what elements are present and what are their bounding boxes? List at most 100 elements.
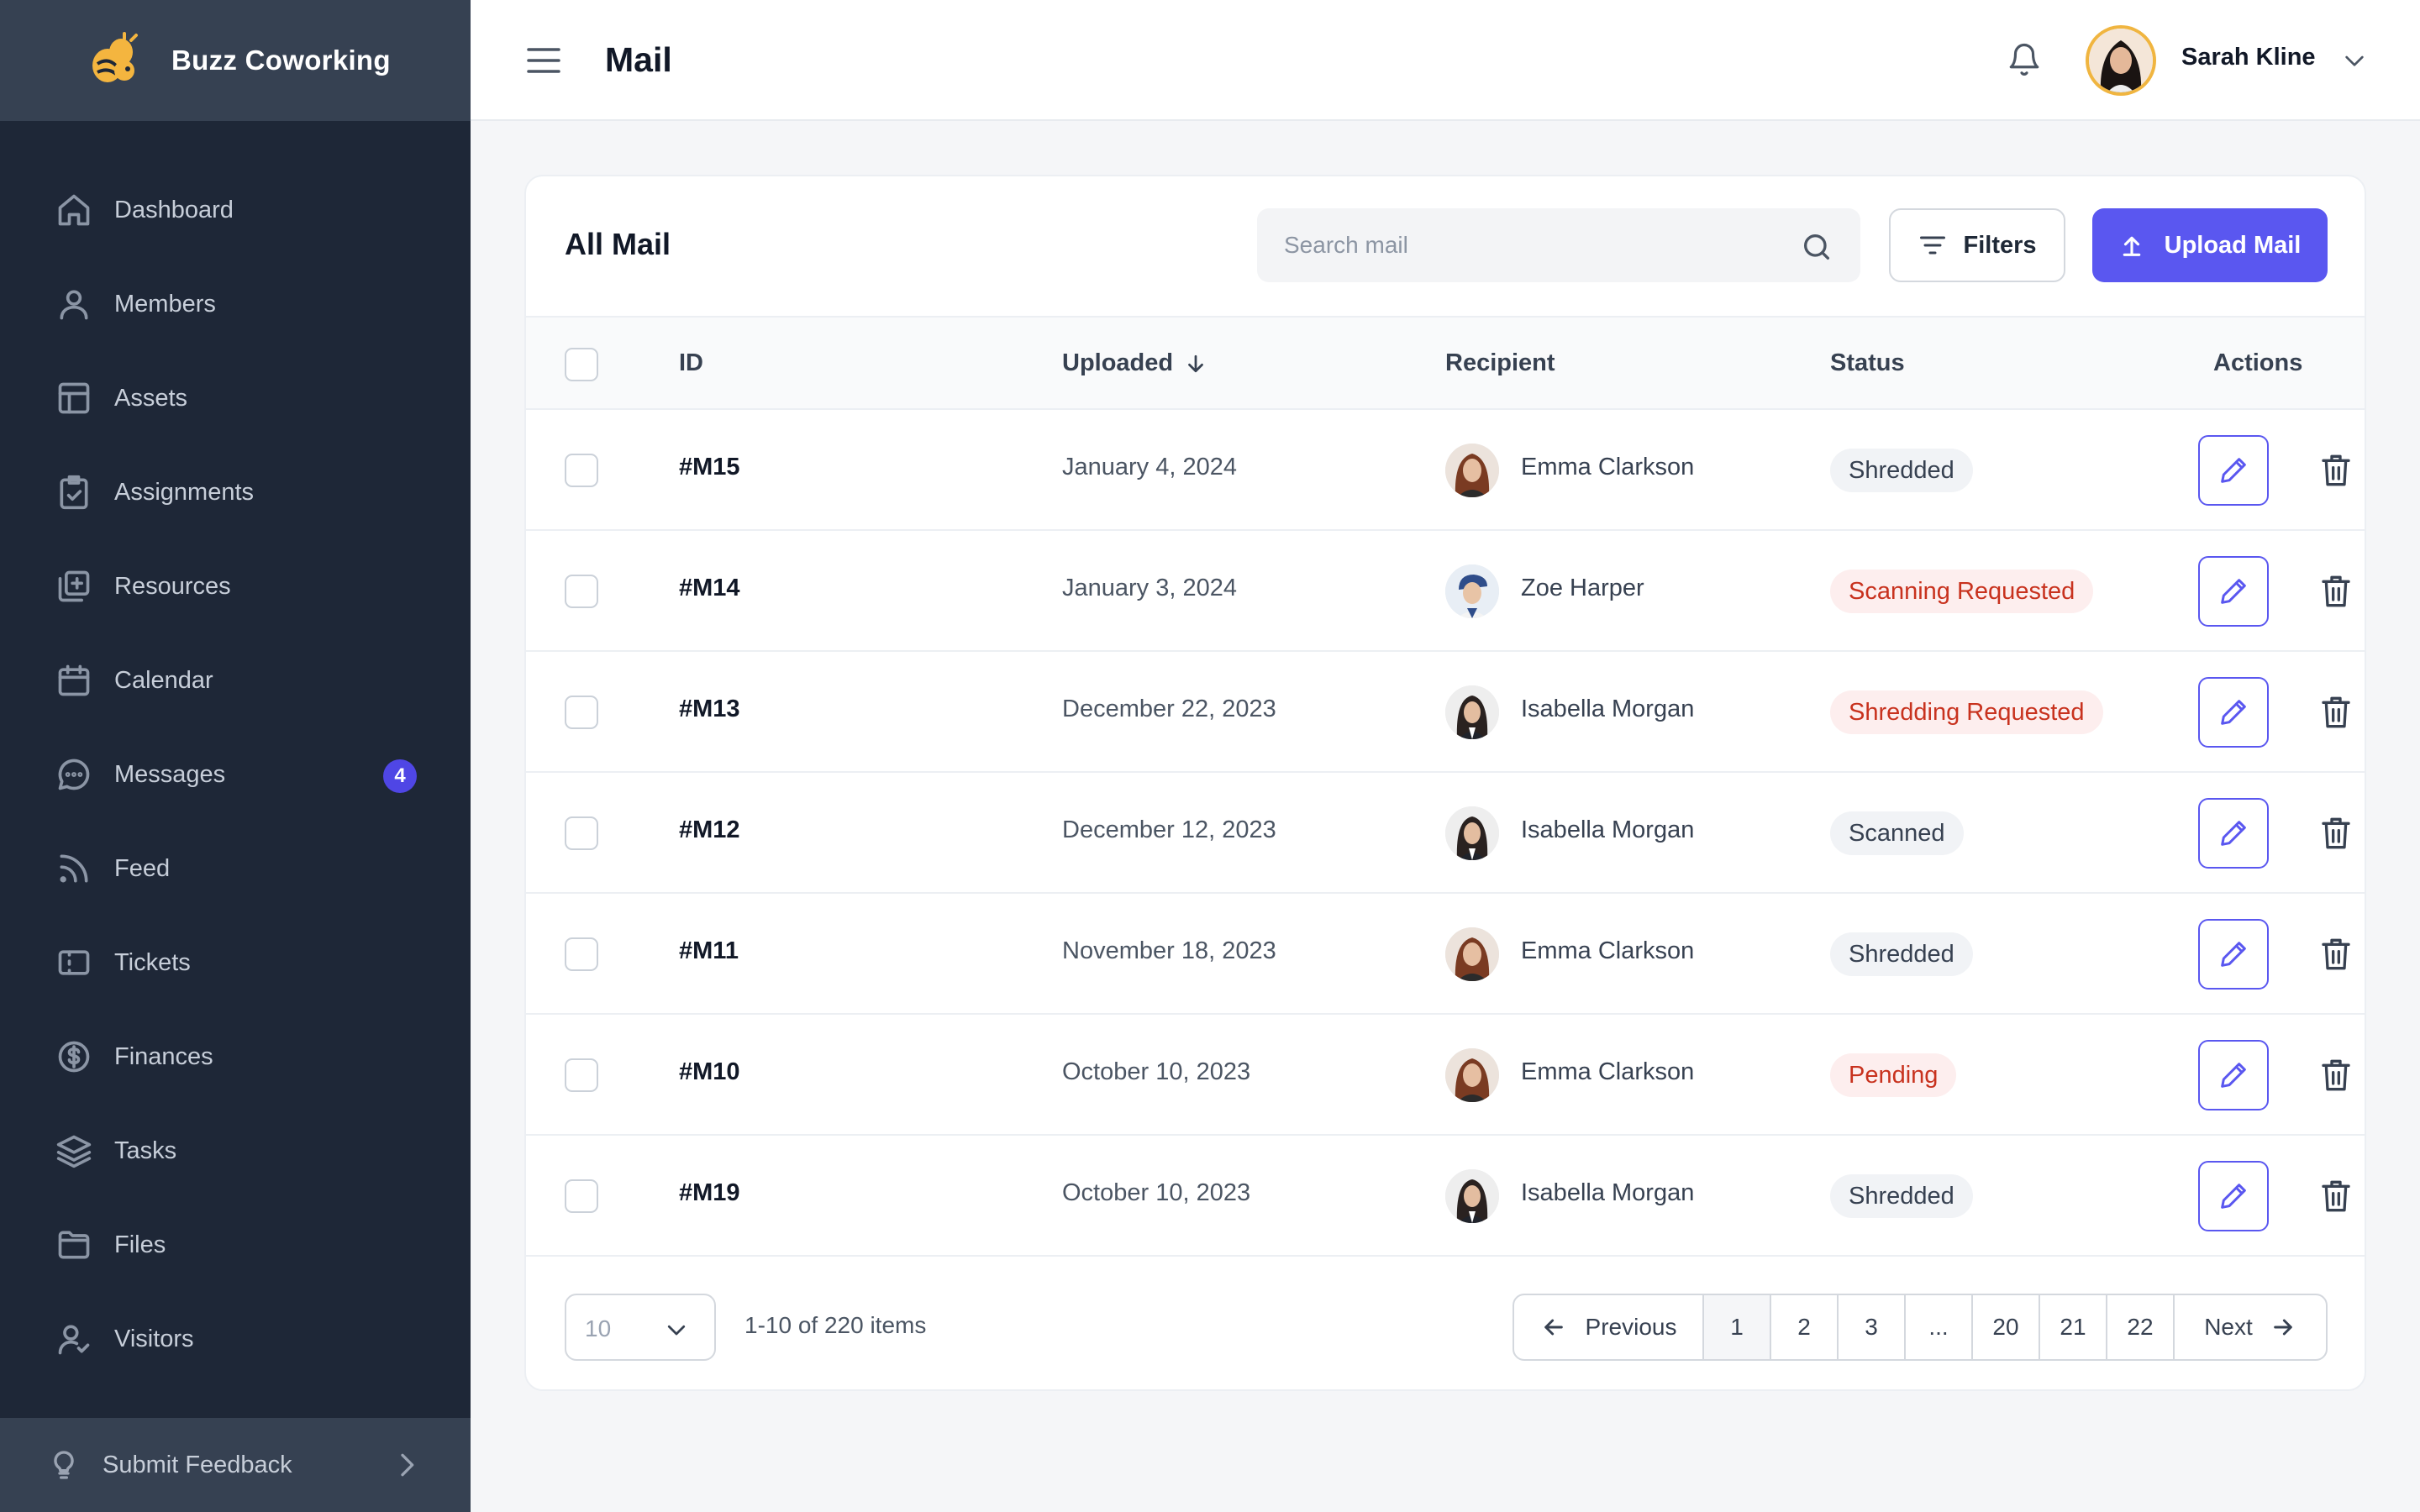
column-header-uploaded-label: Uploaded bbox=[1062, 349, 1174, 376]
column-header-uploaded[interactable]: Uploaded bbox=[1062, 349, 1208, 377]
chevron-down-icon[interactable] bbox=[2341, 47, 2368, 74]
sidebar-item-assignments[interactable]: Assignments bbox=[0, 445, 471, 539]
recipient-avatar bbox=[1445, 806, 1499, 860]
user-name[interactable]: Sarah Kline bbox=[2181, 44, 2316, 71]
sidebar-item-label: Members bbox=[114, 290, 216, 318]
page-button-22[interactable]: 22 bbox=[2107, 1295, 2175, 1359]
next-page-button[interactable]: Next bbox=[2175, 1295, 2326, 1359]
lightbulb-icon bbox=[54, 1451, 74, 1479]
delete-button[interactable] bbox=[2316, 813, 2356, 853]
row-checkbox[interactable] bbox=[565, 575, 598, 608]
recipient-avatar bbox=[1445, 927, 1499, 981]
uploaded-date: October 10, 2023 bbox=[1062, 1179, 1251, 1206]
edit-button[interactable] bbox=[2198, 677, 2269, 748]
sidebar-item-finances[interactable]: Finances bbox=[0, 1010, 471, 1104]
hamburger-menu-icon[interactable] bbox=[526, 44, 561, 77]
layout-icon bbox=[58, 382, 90, 414]
column-header-status[interactable]: Status bbox=[1830, 349, 1905, 377]
table-row: #M15 January 4, 2024 Emma Clarkson Shred… bbox=[526, 410, 2365, 531]
column-header-recipient[interactable]: Recipient bbox=[1445, 349, 1555, 377]
sidebar-item-label: Tasks bbox=[114, 1137, 177, 1164]
row-checkbox[interactable] bbox=[565, 816, 598, 850]
select-all-checkbox[interactable] bbox=[565, 348, 598, 381]
row-checkbox[interactable] bbox=[565, 1179, 598, 1213]
search-icon[interactable] bbox=[1800, 230, 1833, 264]
status-badge: Shredded bbox=[1830, 932, 1973, 976]
trash-icon bbox=[2322, 575, 2350, 607]
sidebar-item-visitors[interactable]: Visitors bbox=[0, 1292, 471, 1386]
page-title: Mail bbox=[605, 40, 672, 79]
edit-button[interactable] bbox=[2198, 556, 2269, 627]
edit-button[interactable] bbox=[2198, 919, 2269, 990]
edit-button[interactable] bbox=[2198, 798, 2269, 869]
dollar-icon bbox=[58, 1041, 90, 1073]
mail-card: All Mail Filters Upload Mail ID Uploaded… bbox=[524, 175, 2366, 1391]
sidebar-item-label: Files bbox=[114, 1231, 166, 1258]
sidebar-item-resources[interactable]: Resources bbox=[0, 539, 471, 633]
page-button-3[interactable]: 3 bbox=[1839, 1295, 1906, 1359]
row-checkbox[interactable] bbox=[565, 454, 598, 487]
sidebar-item-label: Tickets bbox=[114, 948, 191, 976]
status-badge: Shredding Requested bbox=[1830, 690, 2103, 734]
calendar-icon bbox=[58, 664, 90, 696]
row-checkbox[interactable] bbox=[565, 696, 598, 729]
sidebar-item-calendar[interactable]: Calendar bbox=[0, 633, 471, 727]
sidebar-item-tasks[interactable]: Tasks bbox=[0, 1104, 471, 1198]
next-label: Next bbox=[2204, 1314, 2253, 1340]
table-row: #M10 October 10, 2023 Emma Clarkson Pend… bbox=[526, 1015, 2365, 1136]
mail-id: #M15 bbox=[679, 454, 740, 480]
pagination: Previous 1 2 3 ... 20 21 22 Next bbox=[1512, 1294, 2328, 1361]
page-button-21[interactable]: 21 bbox=[2040, 1295, 2107, 1359]
recipient-name: Isabella Morgan bbox=[1521, 696, 1695, 722]
recipient-avatar bbox=[1445, 685, 1499, 739]
delete-button[interactable] bbox=[2316, 1055, 2356, 1095]
previous-page-button[interactable]: Previous bbox=[1514, 1295, 1704, 1359]
recipient-avatar bbox=[1445, 1169, 1499, 1223]
user-avatar[interactable] bbox=[2086, 25, 2156, 96]
delete-button[interactable] bbox=[2316, 1176, 2356, 1216]
sidebar-item-label: Assignments bbox=[114, 478, 255, 506]
column-header-id[interactable]: ID bbox=[679, 349, 703, 377]
uploaded-date: December 12, 2023 bbox=[1062, 816, 1276, 843]
page-button-2[interactable]: 2 bbox=[1771, 1295, 1839, 1359]
items-count: 1-10 of 220 items bbox=[744, 1312, 927, 1338]
edit-button[interactable] bbox=[2198, 1161, 2269, 1231]
sidebar-item-tickets[interactable]: Tickets bbox=[0, 916, 471, 1010]
delete-button[interactable] bbox=[2316, 450, 2356, 491]
pencil-icon bbox=[2221, 458, 2246, 483]
add-stack-icon bbox=[58, 570, 90, 602]
page-button-20[interactable]: 20 bbox=[1973, 1295, 2040, 1359]
delete-button[interactable] bbox=[2316, 934, 2356, 974]
user-icon bbox=[60, 290, 88, 320]
sidebar-item-assets[interactable]: Assets bbox=[0, 351, 471, 445]
sidebar-item-dashboard[interactable]: Dashboard bbox=[0, 163, 471, 257]
edit-button[interactable] bbox=[2198, 435, 2269, 506]
sidebar-item-feed[interactable]: Feed bbox=[0, 822, 471, 916]
uploaded-date: January 3, 2024 bbox=[1062, 575, 1237, 601]
delete-button[interactable] bbox=[2316, 571, 2356, 612]
page-button-1[interactable]: 1 bbox=[1704, 1295, 1771, 1359]
search-input[interactable] bbox=[1284, 227, 1771, 264]
status-badge: Shredded bbox=[1830, 1174, 1973, 1218]
per-page-select[interactable]: 10 bbox=[565, 1294, 716, 1361]
filter-lines-icon bbox=[1920, 236, 1946, 255]
submit-feedback-button[interactable]: Submit Feedback bbox=[0, 1418, 471, 1512]
row-checkbox[interactable] bbox=[565, 937, 598, 971]
chevron-right-icon bbox=[401, 1453, 414, 1477]
pencil-icon bbox=[2221, 1063, 2246, 1088]
sidebar-item-members[interactable]: Members bbox=[0, 257, 471, 351]
row-checkbox[interactable] bbox=[565, 1058, 598, 1092]
trash-icon bbox=[2322, 1059, 2350, 1091]
bell-icon[interactable] bbox=[2007, 40, 2042, 79]
pencil-icon bbox=[2221, 700, 2246, 725]
recipient-name: Emma Clarkson bbox=[1521, 1058, 1695, 1085]
filters-button[interactable]: Filters bbox=[1889, 208, 2065, 282]
brand[interactable]: Buzz Coworking bbox=[0, 0, 471, 121]
clipboard-check-icon bbox=[60, 475, 88, 510]
delete-button[interactable] bbox=[2316, 692, 2356, 732]
sidebar-item-label: Calendar bbox=[114, 666, 213, 694]
upload-mail-button[interactable]: Upload Mail bbox=[2092, 208, 2328, 282]
sidebar-item-files[interactable]: Files bbox=[0, 1198, 471, 1292]
sidebar-item-messages[interactable]: Messages 4 bbox=[0, 727, 471, 822]
edit-button[interactable] bbox=[2198, 1040, 2269, 1110]
